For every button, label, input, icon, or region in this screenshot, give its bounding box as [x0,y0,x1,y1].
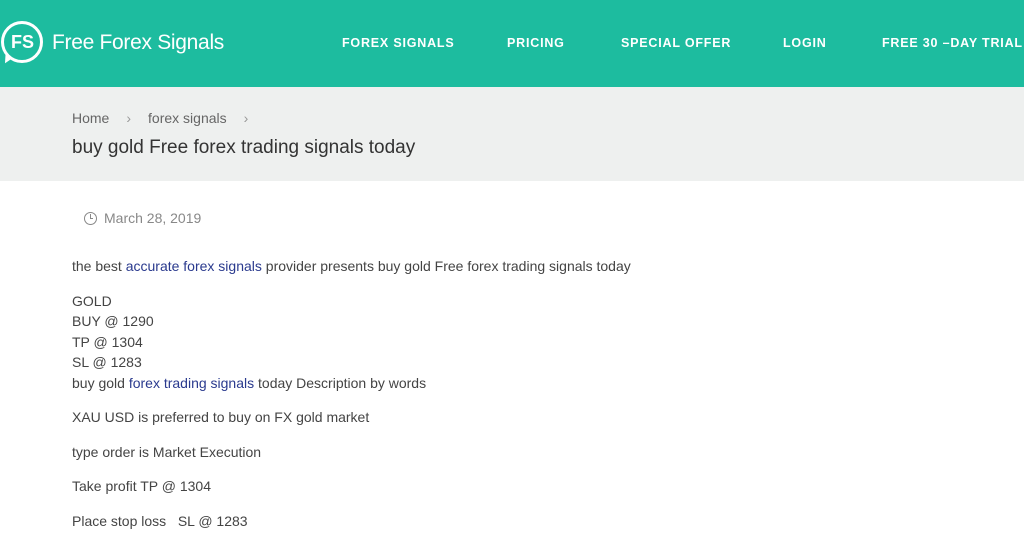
accurate-forex-signals-link[interactable]: accurate forex signals [126,258,262,274]
intro-text-after: provider presents buy gold Free forex tr… [261,258,631,274]
breadcrumb: Home › forex signals › [72,110,265,126]
clock-icon [84,211,97,225]
post-date[interactable]: March 28, 2019 [104,210,201,226]
breadcrumb-separator-icon: › [243,110,249,126]
signal-sl: SL @ 1283 [72,354,142,370]
intro-text-before: the best [72,258,126,274]
nav-item-forex-signals[interactable]: FOREX SIGNALS [342,36,455,50]
signal-tp: TP @ 1304 [72,333,143,350]
site-header: FS Free Forex Signals FOREX SIGNALS PRIC… [0,0,1024,87]
signal-asset: GOLD [72,292,112,309]
breadcrumb-home[interactable]: Home [72,110,109,126]
content-paragraph: Place stop loss SL @ 1283 [72,512,248,529]
forex-trading-signals-link[interactable]: forex trading signals [129,375,254,391]
post-content: the best accurate forex signals provider… [72,256,972,545]
desc-text-after: today Description by words [254,374,427,391]
signal-block: GOLD BUY @ 1290 TP @ 1304 SL @ 1283 buy … [72,291,972,394]
desc-text-before: buy gold [72,374,129,391]
signal-buy: BUY @ 1290 [72,313,154,329]
breadcrumb-separator-icon: › [126,110,132,126]
post-meta: March 28, 2019 [84,210,201,226]
main-nav: FOREX SIGNALS PRICING SPECIAL OFFER LOGI… [0,36,1024,52]
nav-item-special-offer[interactable]: SPECIAL OFFER [621,36,731,50]
nav-item-pricing[interactable]: PRICING [507,36,565,50]
page-hero: Home › forex signals › buy gold Free for… [0,87,1024,181]
page-title: buy gold Free forex trading signals toda… [72,137,416,158]
content-paragraph: Take profit TP @ 1304 [72,478,211,494]
content-paragraph: type order is Market Execution [72,443,262,460]
nav-item-free-trial[interactable]: FREE 30 –DAY TRIAL [882,36,1023,50]
content-paragraph: XAU USD is preferred to buy on FX gold m… [72,409,370,425]
nav-item-login[interactable]: LOGIN [783,36,827,50]
intro-paragraph: the best accurate forex signals provider… [72,256,972,277]
breadcrumb-category[interactable]: forex signals [148,110,227,126]
